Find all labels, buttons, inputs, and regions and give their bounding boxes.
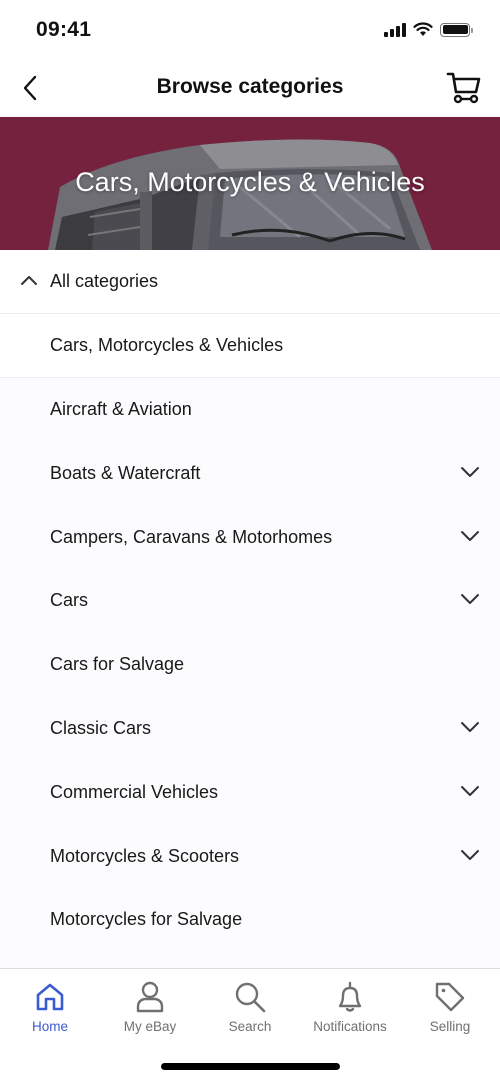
tab-home[interactable]: Home: [0, 979, 100, 1034]
category-item[interactable]: Cars: [0, 569, 500, 633]
category-label: Commercial Vehicles: [50, 781, 219, 802]
bell-icon: [338, 981, 362, 1012]
chevron-down-icon[interactable]: [460, 466, 480, 478]
category-label: Aircraft & Aviation: [50, 399, 192, 419]
category-item[interactable]: Campers, Caravans & Motorhomes: [0, 506, 500, 570]
tab-label: Search: [228, 1019, 272, 1034]
chevron-up-icon: [21, 276, 37, 285]
tab-search[interactable]: Search: [200, 979, 300, 1034]
search-icon: [235, 982, 266, 1013]
tab-label: Home: [31, 1019, 68, 1034]
chevron-down-icon[interactable]: [460, 530, 480, 542]
navigation-bar: Browse categories: [0, 60, 500, 116]
battery-icon: [440, 22, 473, 37]
category-item[interactable]: Boats & Watercraft: [0, 442, 500, 506]
tab-label: My eBay: [123, 1019, 177, 1034]
category-label: Campers, Caravans & Motorhomes: [50, 526, 333, 547]
category-item[interactable]: Commercial Vehicles: [0, 761, 500, 825]
tab-label: Selling: [429, 1019, 471, 1034]
category-item[interactable]: Motorcycles for Salvage: [0, 888, 500, 952]
status-bar: 09:41: [0, 0, 500, 60]
tab-selling[interactable]: Selling: [400, 979, 500, 1034]
wifi-icon: [413, 22, 433, 36]
category-label: Motorcycles & Scooters: [50, 845, 240, 866]
banner-title: Cars, Motorcycles & Vehicles: [75, 167, 425, 197]
chevron-down-icon[interactable]: [460, 785, 480, 797]
category-item[interactable]: Cars for Salvage: [0, 633, 500, 697]
all-categories-link[interactable]: All categories: [0, 250, 500, 314]
category-item[interactable]: Aircraft & Aviation: [0, 378, 500, 442]
tab-my-ebay[interactable]: My eBay: [100, 979, 200, 1034]
chevron-down-icon[interactable]: [460, 721, 480, 733]
status-icons: [384, 22, 473, 37]
home-icon: [36, 983, 64, 1011]
tab-label: Notifications: [313, 1019, 387, 1034]
home-indicator[interactable]: [161, 1063, 340, 1070]
category-label: Motorcycles for Salvage: [50, 909, 243, 930]
category-banner: Cars, Motorcycles & Vehicles: [0, 117, 500, 250]
category-label: Cars: [50, 590, 89, 611]
tab-notifications[interactable]: Notifications: [300, 979, 400, 1034]
chevron-down-icon[interactable]: [460, 849, 480, 861]
shopping-cart-icon: [446, 72, 481, 104]
chevron-down-icon[interactable]: [460, 593, 480, 605]
category-item[interactable]: Motorcycles & Scooters: [0, 825, 500, 889]
category-item[interactable]: Classic Cars: [0, 697, 500, 761]
cart-button[interactable]: [446, 70, 482, 106]
category-label: Cars for Salvage: [50, 654, 185, 675]
page-title: Browse categories: [156, 75, 344, 98]
tag-icon: [435, 982, 465, 1012]
cellular-signal-icon: [384, 22, 406, 37]
user-icon: [136, 981, 164, 1013]
category-label: Boats & Watercraft: [50, 462, 201, 483]
all-categories-label: All categories: [50, 271, 159, 291]
category-label: Classic Cars: [50, 717, 152, 738]
subcategory-list: Aircraft & Aviation Boats & Watercraft C…: [0, 378, 500, 952]
status-time: 09:41: [36, 18, 92, 41]
current-category-label: Cars, Motorcycles & Vehicles: [50, 335, 284, 355]
current-category-item[interactable]: Cars, Motorcycles & Vehicles: [0, 314, 500, 378]
